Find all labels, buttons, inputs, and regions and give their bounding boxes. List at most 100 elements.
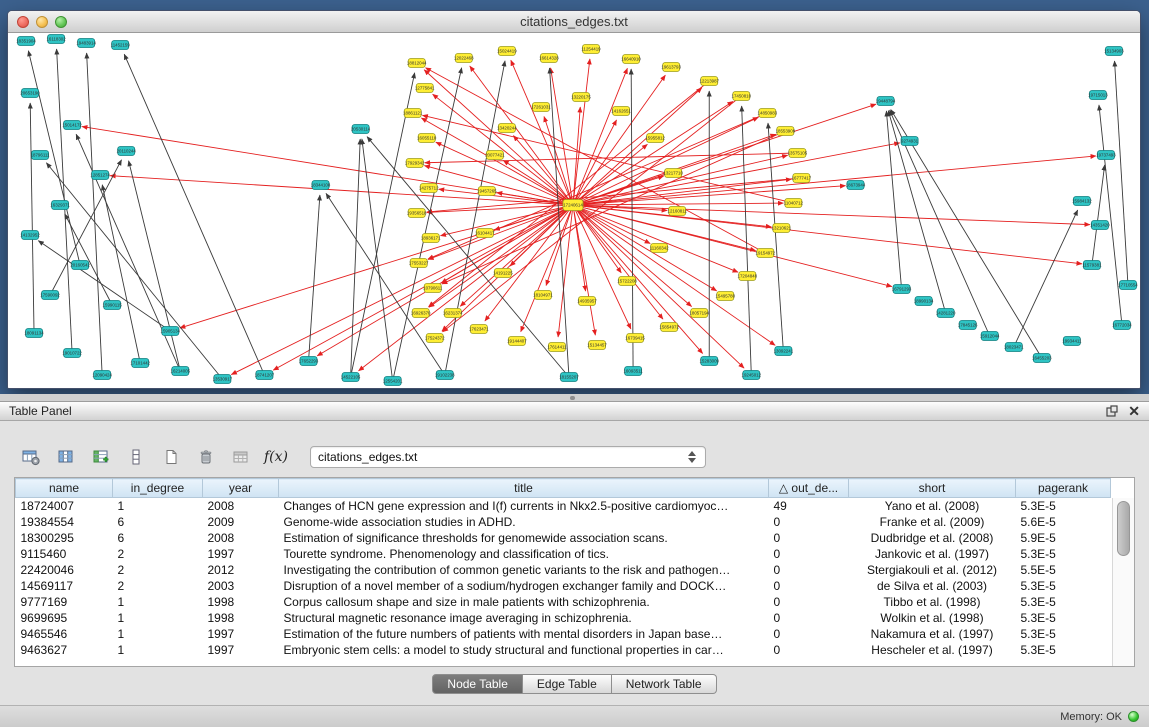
graph-node[interactable]: 16231374: [443, 309, 463, 318]
graph-node[interactable]: 20653190: [20, 89, 40, 98]
table-scrollbar-thumb[interactable]: [1117, 501, 1130, 556]
table-settings-icon[interactable]: [18, 445, 44, 469]
graph-node[interactable]: 15134457: [587, 341, 607, 350]
table-cell[interactable]: Disruption of a novel member of a sodium…: [279, 578, 769, 594]
graph-edge[interactable]: [1092, 165, 1105, 265]
table-cell[interactable]: 14569117: [16, 578, 113, 594]
graph-edge[interactable]: [573, 88, 702, 205]
graph-edge[interactable]: [351, 73, 415, 377]
table-cell[interactable]: 9465546: [16, 626, 113, 642]
table-cell[interactable]: Franke et al. (2009): [849, 514, 1016, 530]
table-cell[interactable]: 5.3E-5: [1016, 498, 1111, 514]
table-cell[interactable]: Jankovic et al. (1997): [849, 546, 1016, 562]
table-cell[interactable]: 1997: [203, 626, 279, 642]
graph-node[interactable]: 17614411: [547, 343, 567, 352]
table-cell[interactable]: 49: [769, 498, 849, 514]
table-cell[interactable]: 1: [113, 642, 203, 658]
panel-splitter[interactable]: [0, 394, 1149, 401]
graph-node[interactable]: 17590092: [40, 291, 60, 300]
graph-node[interactable]: 12090424: [92, 371, 112, 380]
zoom-window-button[interactable]: [55, 16, 67, 28]
graph-node[interactable]: 14850983: [758, 109, 778, 118]
graph-node[interactable]: 18553909: [776, 127, 796, 136]
table-cell[interactable]: Investigating the contribution of common…: [279, 562, 769, 578]
graph-node[interactable]: 16055110: [417, 134, 437, 143]
table-cell[interactable]: 2003: [203, 578, 279, 594]
graph-node[interactable]: 17623471: [469, 325, 489, 334]
graph-node[interactable]: 14191225: [493, 269, 513, 278]
graph-edge[interactable]: [1115, 61, 1128, 285]
network-canvas[interactable]: 1724061418812044127758411886112116055110…: [8, 33, 1140, 388]
graph-node[interactable]: 17450810: [732, 92, 752, 101]
table-cell[interactable]: 1998: [203, 610, 279, 626]
network-view-window[interactable]: citations_edges.txt 17240614188120441277…: [7, 10, 1141, 389]
table-cell[interactable]: 5.9E-5: [1016, 530, 1111, 546]
table-source-select[interactable]: citations_edges.txt: [310, 446, 706, 468]
graph-node[interactable]: 17845126: [958, 321, 978, 330]
table-row[interactable]: 1872400712008Changes of HCN gene express…: [16, 498, 1111, 514]
graph-node[interactable]: 20160542: [70, 261, 90, 270]
graph-node[interactable]: 19483914: [76, 39, 96, 48]
graph-node[interactable]: 16777417: [792, 174, 812, 183]
graph-node[interactable]: 12775841: [415, 84, 435, 93]
graph-edge[interactable]: [573, 205, 1090, 225]
minimize-window-button[interactable]: [36, 16, 48, 28]
graph-node[interactable]: 11040712: [784, 199, 804, 208]
graph-node[interactable]: 20077421: [485, 151, 505, 160]
graph-node[interactable]: 13575105: [788, 149, 808, 158]
row-management-icon[interactable]: [123, 445, 149, 469]
graph-node[interactable]: 16772034: [1112, 321, 1132, 330]
table-cell[interactable]: 2012: [203, 562, 279, 578]
graph-edge[interactable]: [513, 136, 573, 205]
close-window-button[interactable]: [17, 16, 29, 28]
graph-edge[interactable]: [511, 60, 573, 205]
graph-node[interactable]: 16640910: [621, 55, 641, 64]
table-cell[interactable]: 9777169: [16, 594, 113, 610]
graph-edge[interactable]: [102, 185, 140, 363]
delete-table-icon[interactable]: [193, 445, 219, 469]
table-scrollbar[interactable]: [1112, 498, 1134, 666]
graph-node[interactable]: 17553227: [409, 259, 429, 268]
graph-node[interactable]: 16329371: [50, 201, 70, 210]
table-cell[interactable]: 19384554: [16, 514, 113, 530]
graph-node[interactable]: 15014172: [62, 121, 82, 130]
graph-node[interactable]: 17652293: [299, 357, 319, 366]
float-panel-icon[interactable]: [1106, 405, 1118, 417]
graph-node[interactable]: 16093511: [623, 367, 643, 376]
graph-node[interactable]: 15990115: [103, 301, 123, 310]
graph-edge[interactable]: [1014, 210, 1078, 347]
graph-node[interactable]: 16214005: [171, 367, 191, 376]
table-cell[interactable]: 1: [113, 498, 203, 514]
table-cell[interactable]: 5.3E-5: [1016, 546, 1111, 562]
graph-node[interactable]: 17101442: [130, 359, 150, 368]
table-cell[interactable]: 5.3E-5: [1016, 626, 1111, 642]
graph-node[interactable]: 18057194: [689, 309, 709, 318]
graph-node[interactable]: 16926370: [411, 309, 431, 318]
table-cell[interactable]: 9699695: [16, 610, 113, 626]
table-row[interactable]: 1938455462009Genome-wide association stu…: [16, 514, 1111, 530]
table-cell[interactable]: Stergiakouli et al. (2012): [849, 562, 1016, 578]
column-header-title[interactable]: title: [279, 479, 769, 498]
graph-node[interactable]: 19245012: [742, 371, 762, 380]
graph-node[interactable]: 9274931: [901, 137, 919, 146]
table-row[interactable]: 911546021997Tourette syndrome. Phenomeno…: [16, 546, 1111, 562]
graph-node[interactable]: 12554201: [383, 377, 403, 386]
graph-node[interactable]: 18104971: [533, 291, 553, 300]
close-panel-icon[interactable]: ✕: [1128, 405, 1140, 417]
graph-edge[interactable]: [573, 117, 758, 205]
table-cell[interactable]: Yano et al. (2008): [849, 498, 1016, 514]
show-columns-icon[interactable]: [53, 445, 79, 469]
table-cell[interactable]: Hescheler et al. (1997): [849, 642, 1016, 658]
table-cell[interactable]: 5.6E-5: [1016, 514, 1111, 530]
graph-node[interactable]: 19715013: [1088, 91, 1108, 100]
graph-node[interactable]: 18812044: [407, 59, 427, 68]
graph-edge[interactable]: [573, 205, 703, 353]
graph-node[interactable]: 15854972: [659, 323, 679, 332]
table-cell[interactable]: 0: [769, 546, 849, 562]
table-cell[interactable]: de Silva et al. (2003): [849, 578, 1016, 594]
graph-node[interactable]: 13092241: [774, 347, 794, 356]
graph-edge[interactable]: [231, 205, 573, 375]
graph-node[interactable]: 14935957: [577, 297, 597, 306]
graph-node[interactable]: 17240614: [563, 200, 583, 211]
graph-node[interactable]: 10790611: [423, 284, 443, 293]
